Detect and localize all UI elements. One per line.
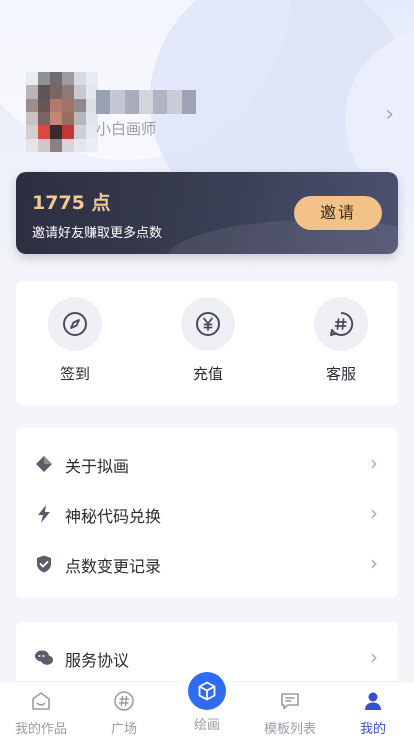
hash-icon — [114, 691, 134, 711]
compass-icon — [48, 297, 102, 351]
chat-bubbles-icon — [35, 650, 53, 665]
profile-row[interactable]: 小白画师 › — [26, 72, 396, 152]
menu-item-label: 服务协议 — [65, 651, 130, 670]
menu-item-about[interactable]: 关于拟画 › — [16, 439, 398, 489]
customer-service-button[interactable]: 客服 — [301, 297, 381, 384]
tab-template-list[interactable]: 模板列表 — [249, 682, 331, 737]
hash-chat-icon — [314, 297, 368, 351]
menu-item-label: 神秘代码兑换 — [65, 507, 162, 526]
nickname-pixelated — [96, 90, 196, 114]
tab-label: 我的作品 — [14, 722, 67, 737]
diamond-icon — [36, 456, 52, 472]
chevron-right-icon: › — [370, 551, 378, 575]
quick-action-label: 充值 — [192, 365, 223, 383]
yen-icon — [181, 297, 235, 351]
tab-mine[interactable]: 我的 — [332, 682, 414, 737]
menu-item-label: 关于拟画 — [65, 457, 130, 476]
message-icon — [281, 693, 299, 710]
menu-item-label: 点数变更记录 — [65, 557, 162, 576]
quick-action-label: 签到 — [59, 365, 90, 383]
user-icon — [365, 692, 381, 710]
chevron-right-icon: › — [370, 501, 378, 525]
checkin-button[interactable]: 签到 — [35, 297, 115, 384]
chevron-right-icon: › — [370, 451, 378, 475]
user-role: 小白画师 — [96, 120, 157, 138]
lightning-icon — [38, 505, 50, 523]
tab-label: 模板列表 — [263, 722, 316, 737]
menu-item-points-history[interactable]: 点数变更记录 › — [16, 539, 398, 589]
tab-label: 我的 — [359, 722, 386, 737]
home-icon — [32, 692, 50, 710]
tab-my-works[interactable]: 我的作品 — [0, 682, 82, 737]
shield-icon — [37, 555, 51, 573]
points-balance: 1775 点 — [32, 192, 111, 214]
chevron-right-icon: › — [370, 645, 378, 669]
points-subtitle: 邀请好友赚取更多点数 — [32, 226, 163, 241]
points-card: 1775 点 邀请好友赚取更多点数 邀请 — [16, 172, 398, 254]
draw-center-button[interactable] — [180, 664, 234, 718]
quick-action-label: 客服 — [325, 365, 356, 383]
tab-label: 广场 — [110, 722, 137, 737]
cube-icon — [198, 681, 216, 701]
invite-button[interactable]: 邀请 — [294, 196, 382, 230]
menu-card-main: 关于拟画 › 神秘代码兑换 › 点数变更记录 › — [16, 428, 398, 598]
tab-square[interactable]: 广场 — [83, 682, 165, 737]
quick-actions-card: 签到 充值 客服 — [16, 281, 398, 405]
avatar[interactable] — [26, 72, 98, 152]
chevron-right-icon[interactable]: › — [385, 102, 394, 127]
menu-item-redeem-code[interactable]: 神秘代码兑换 › — [16, 489, 398, 539]
recharge-button[interactable]: 充值 — [168, 297, 248, 384]
